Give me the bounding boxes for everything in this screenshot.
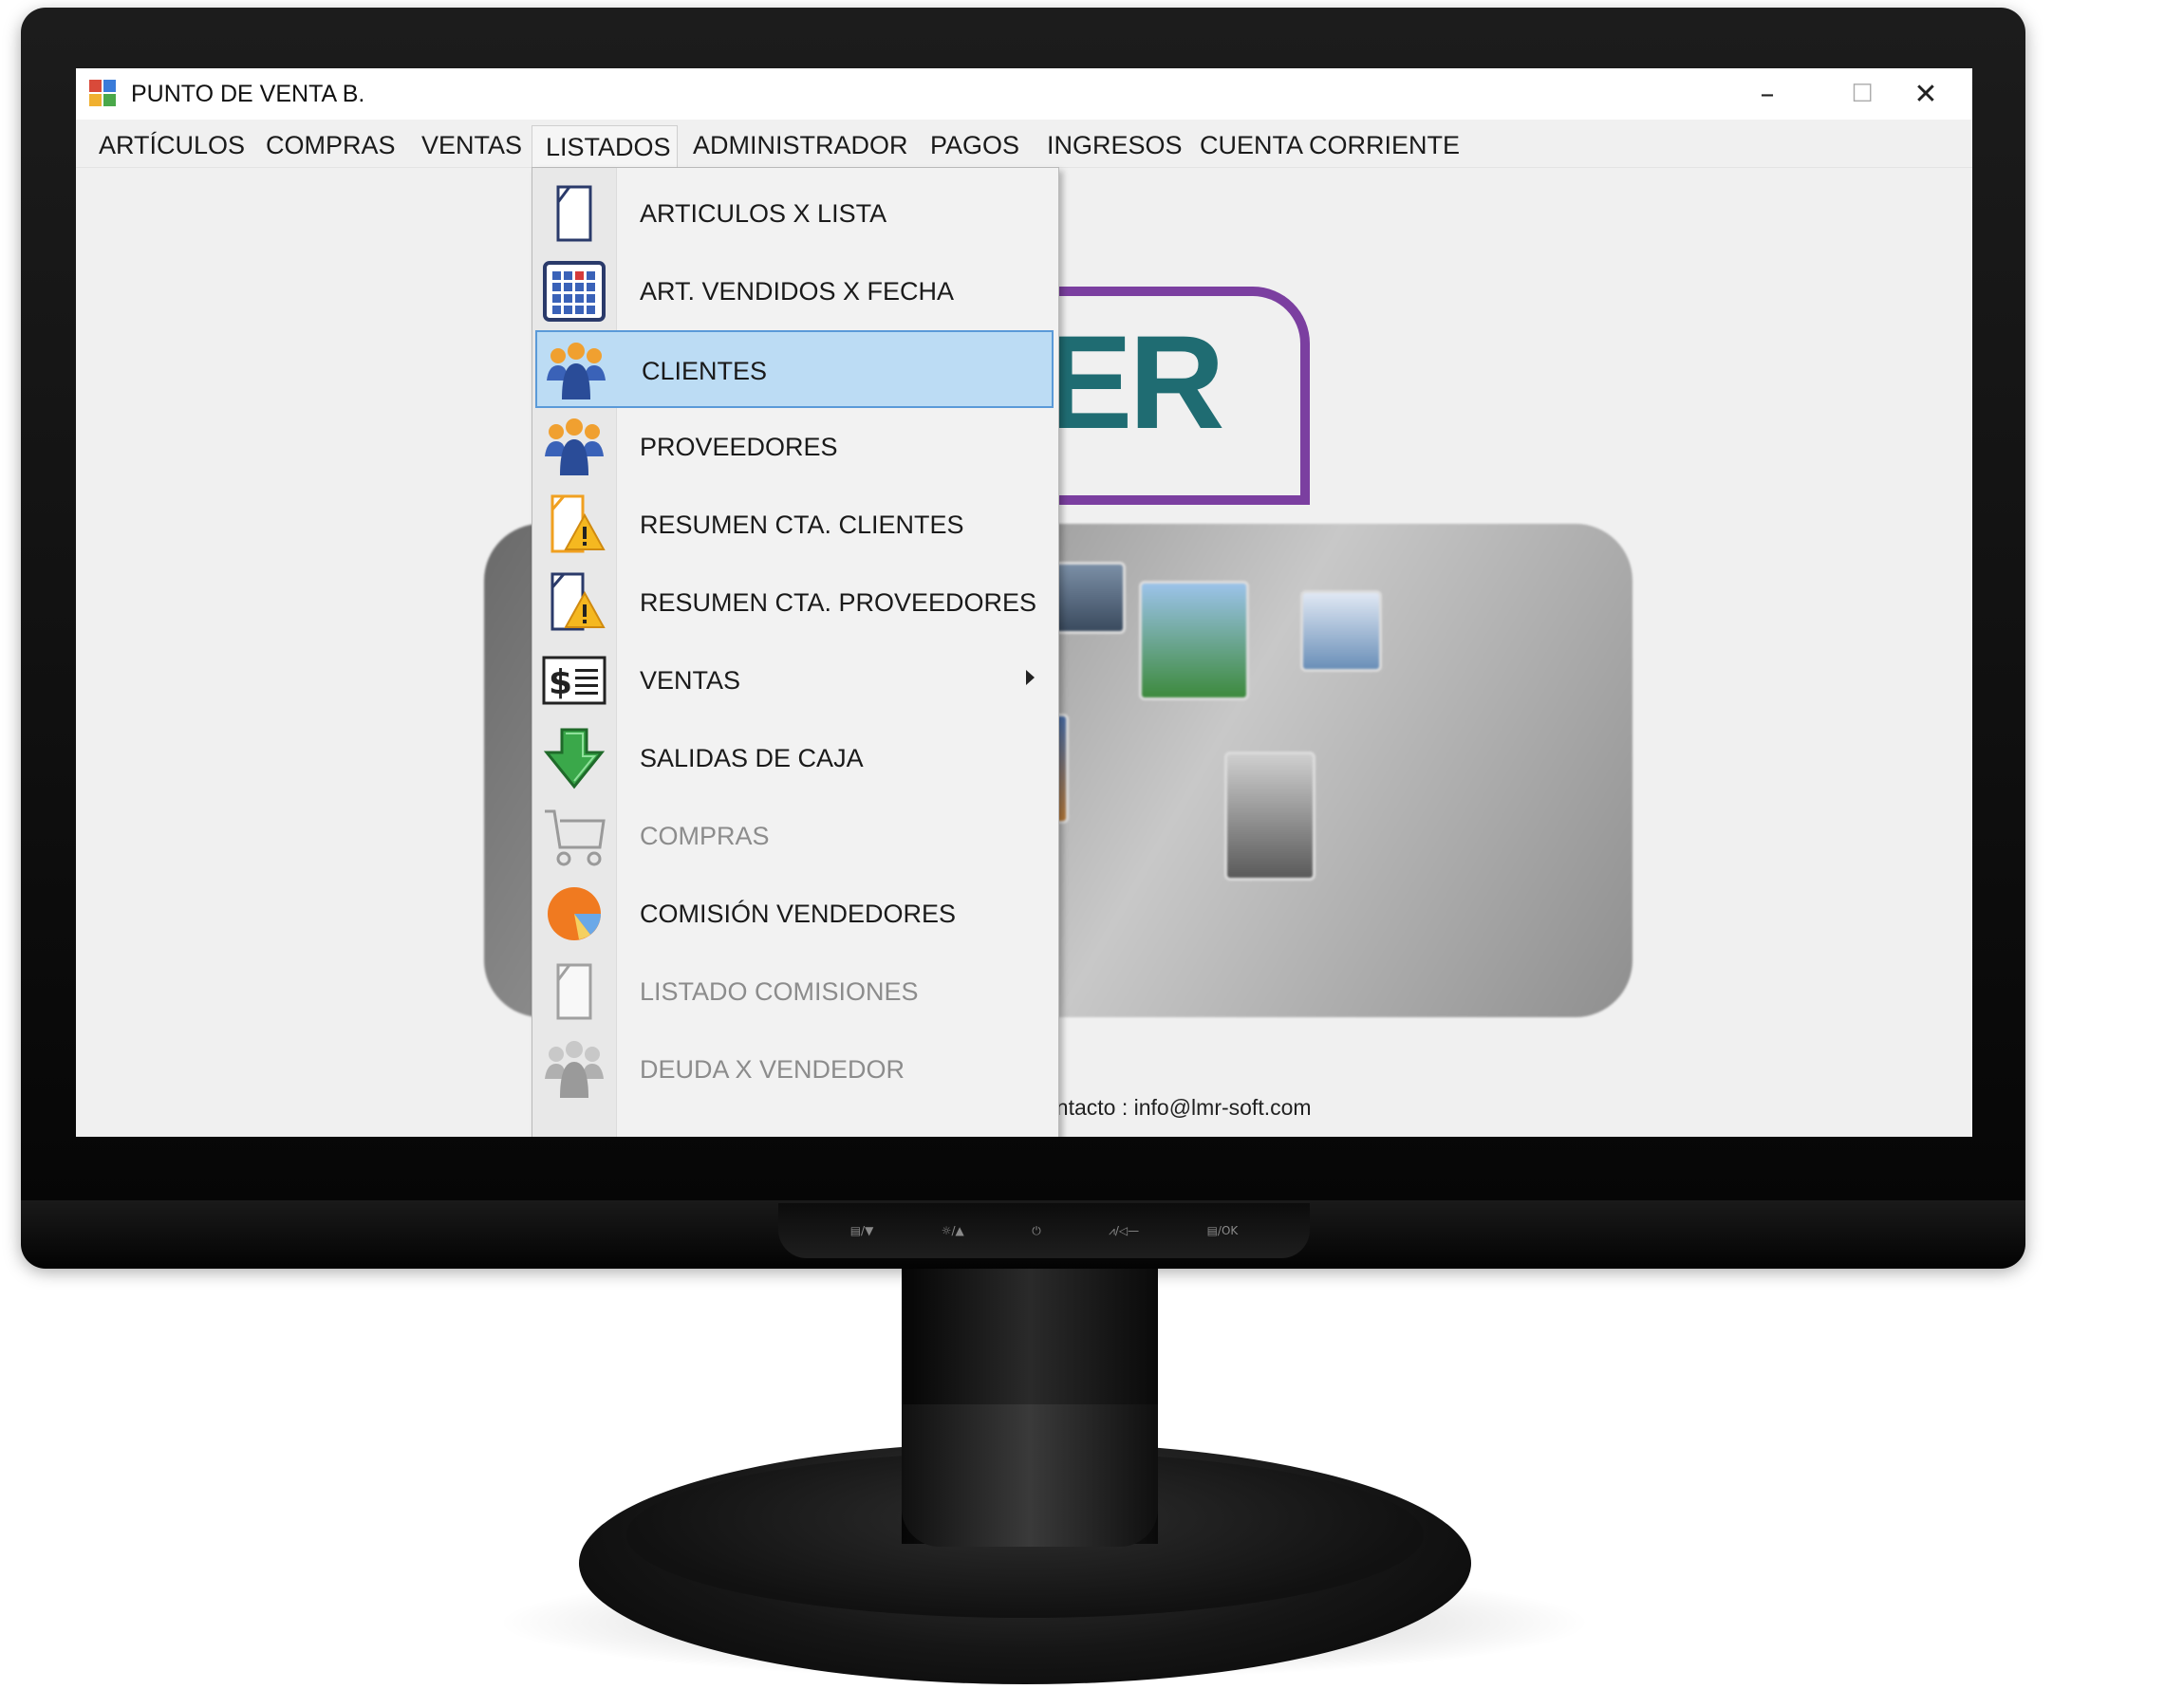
svg-text:$: $	[549, 663, 572, 702]
menu-cuenta-corriente[interactable]: CUENTA CORRIENTE	[1186, 127, 1473, 163]
pie-chart-icon	[548, 887, 601, 940]
calendar-grid-icon	[543, 261, 606, 322]
listados-dropdown: ARTICULOS X LISTA ART. VENDIDOS X FECHA	[532, 167, 1059, 1137]
menu-item-salidas-de-caja[interactable]: SALIDAS DE CAJA	[535, 719, 1054, 797]
warning-document-icon	[550, 494, 606, 553]
app-icon	[89, 80, 118, 108]
menu-item-resumen-cta-clientes[interactable]: RESUMEN CTA. CLIENTES	[535, 486, 1054, 564]
monitor-power-button[interactable]: ⏻	[1032, 1224, 1041, 1238]
menu-item-deuda-x-vendedor[interactable]: DEUDA X VENDEDOR	[535, 1030, 1054, 1108]
monitor-menu-button[interactable]: ▤/▼	[850, 1224, 874, 1237]
menu-item-label: COMPRAS	[640, 821, 770, 850]
contact-text: ontacto : info@lmr-soft.com	[1044, 1095, 1312, 1120]
cart-icon	[545, 809, 606, 866]
document-icon	[556, 185, 592, 242]
splash-photo-tile	[1300, 590, 1382, 672]
splash-photo-tile	[1139, 581, 1249, 700]
monitor-stand-neck-lower	[902, 1404, 1158, 1547]
menu-item-label: CLIENTES	[642, 356, 768, 385]
menu-item-label: COMISIÓN VENDEDORES	[640, 899, 957, 928]
people-group-icon	[545, 418, 604, 475]
menu-ventas[interactable]: VENTAS	[408, 127, 535, 163]
menu-pagos[interactable]: PAGOS	[917, 127, 1033, 163]
menu-administrador[interactable]: ADMINISTRADOR	[680, 127, 922, 163]
monitor-volume-button[interactable]: ⩘/◁—	[1109, 1224, 1139, 1238]
menu-item-label: DEUDA X VENDEDOR	[640, 1054, 905, 1084]
menu-item-comision-vendedores[interactable]: COMISIÓN VENDEDORES	[535, 875, 1054, 953]
menu-compras[interactable]: COMPRAS	[252, 127, 409, 163]
menu-item-resumen-cta-proveedores[interactable]: RESUMEN CTA. PROVEEDORES	[535, 564, 1054, 641]
monitor-control-strip: ▤/▼ ☼/▲ ⏻ ⩘/◁— ▤/OK	[778, 1203, 1310, 1258]
menu-item-listado-comisiones[interactable]: LISTADO COMISIONES	[535, 953, 1054, 1030]
monitor-brightness-button[interactable]: ☼/▲	[942, 1224, 964, 1237]
menu-ingresos[interactable]: INGRESOS	[1034, 127, 1196, 163]
menu-listados[interactable]: LISTADOS	[532, 125, 678, 169]
menu-item-ventas[interactable]: $ VENTAS	[535, 641, 1054, 719]
menu-item-articulos-x-lista[interactable]: ARTICULOS X LISTA	[535, 175, 1054, 252]
menu-articulos[interactable]: ARTÍCULOS	[85, 127, 258, 163]
warning-document-icon	[550, 572, 606, 631]
menu-item-label: VENTAS	[640, 665, 741, 695]
submenu-arrow-icon	[1026, 670, 1035, 685]
monitor-ok-button[interactable]: ▤/OK	[1207, 1224, 1239, 1237]
splash-photo-tile	[1224, 752, 1315, 881]
title-bar: PUNTO DE VENTA B. – ☐ ✕	[76, 68, 1972, 120]
menu-item-label: PROVEEDORES	[640, 432, 838, 461]
menu-item-label: ART. VENDIDOS X FECHA	[640, 276, 955, 306]
menu-item-label: RESUMEN CTA. CLIENTES	[640, 510, 964, 539]
close-button[interactable]: ✕	[1879, 68, 1972, 120]
people-group-icon	[545, 1041, 604, 1098]
people-group-icon	[547, 343, 606, 399]
menu-bar: ARTÍCULOS COMPRAS VENTAS LISTADOS ADMINI…	[76, 120, 1972, 169]
menu-item-clientes[interactable]: CLIENTES	[535, 330, 1054, 408]
menu-item-compras[interactable]: COMPRAS	[535, 797, 1054, 875]
document-icon	[556, 963, 592, 1020]
window-title: PUNTO DE VENTA B.	[131, 80, 365, 107]
menu-item-label: ARTICULOS X LISTA	[640, 198, 887, 228]
splash-photo-tile	[1054, 562, 1126, 634]
menu-item-label: RESUMEN CTA. PROVEEDORES	[640, 587, 1037, 617]
dollar-list-icon: $	[542, 656, 606, 705]
logo-text: ER	[1044, 307, 1224, 456]
app-window: PUNTO DE VENTA B. – ☐ ✕ ARTÍCULOS COMPRA…	[76, 68, 1972, 1137]
menu-item-art-vendidos-x-fecha[interactable]: ART. VENDIDOS X FECHA	[535, 252, 1054, 330]
minimize-button[interactable]: –	[1721, 68, 1814, 120]
menu-item-label: LISTADO COMISIONES	[640, 976, 919, 1006]
menu-item-proveedores[interactable]: PROVEEDORES	[535, 408, 1054, 486]
menu-item-label: SALIDAS DE CAJA	[640, 743, 864, 772]
down-arrow-icon	[543, 728, 606, 789]
